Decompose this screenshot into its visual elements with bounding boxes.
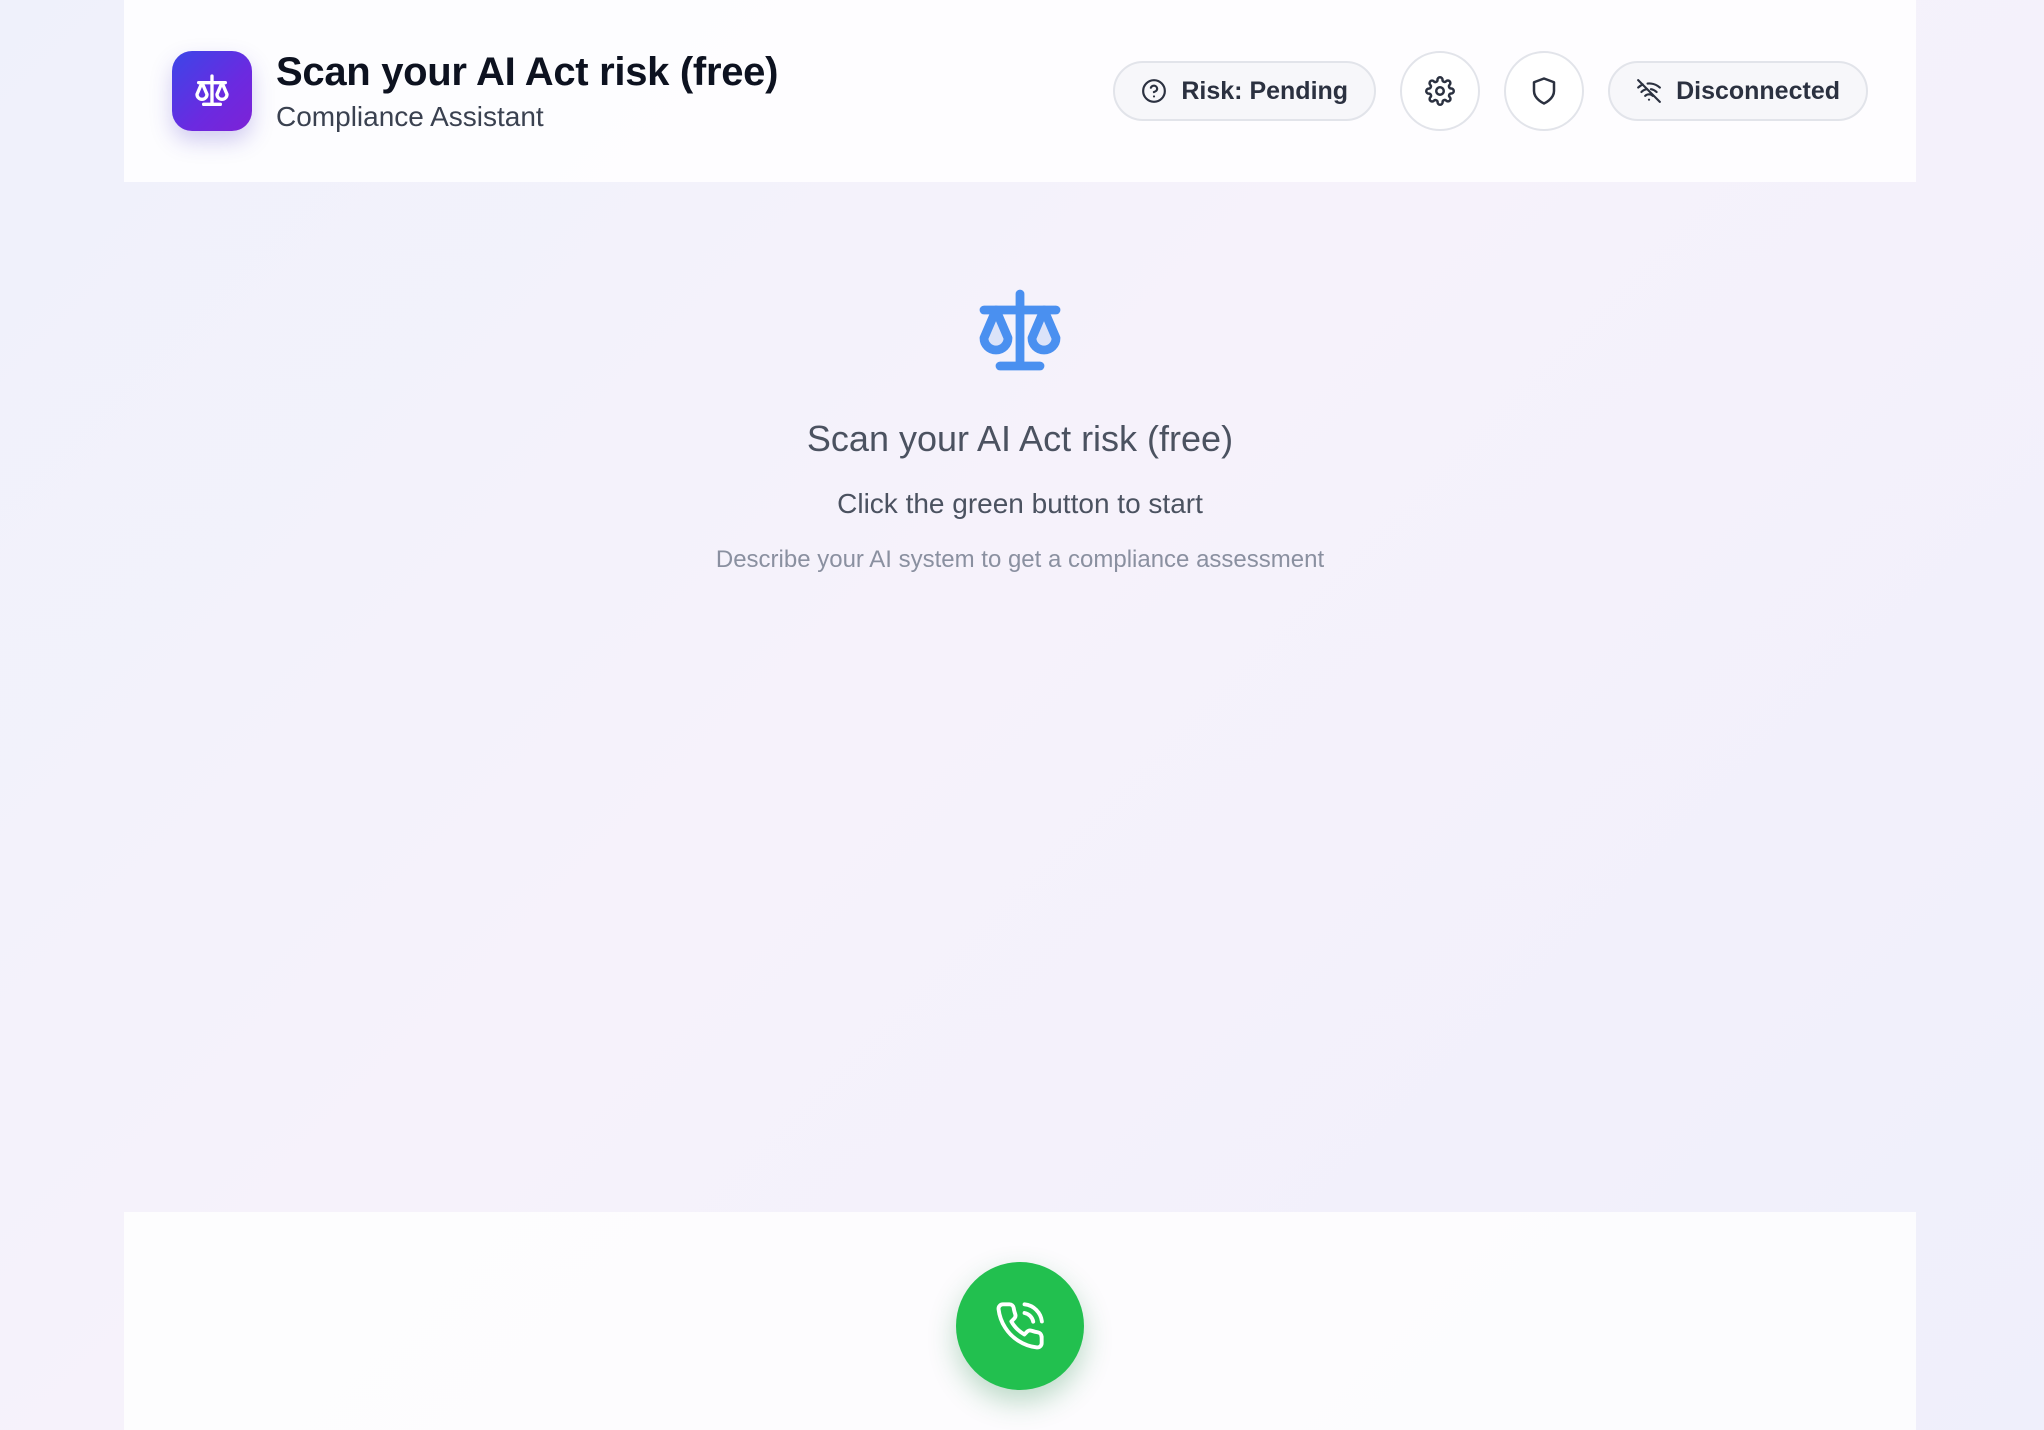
empty-state-subtitle: Click the green button to start	[837, 488, 1203, 519]
question-circle-icon	[1141, 78, 1167, 104]
wifi-off-icon	[1636, 78, 1662, 104]
app-subtitle: Compliance Assistant	[276, 101, 544, 132]
risk-status-pill[interactable]: Risk: Pending	[1113, 61, 1377, 121]
app-title: Scan your AI Act risk (free)	[276, 50, 779, 94]
start-call-button[interactable]	[956, 1262, 1084, 1390]
empty-state-title: Scan your AI Act risk (free)	[806, 418, 1234, 459]
header-controls: Risk: Pending Disconnected	[1113, 51, 1868, 131]
risk-status-label: Risk: Pending	[1181, 76, 1349, 105]
app-frame: Scan your AI Act risk (free) Compliance …	[124, 0, 1916, 1430]
empty-state: Scan your AI Act risk (free) Click the g…	[124, 282, 1916, 574]
privacy-button[interactable]	[1504, 51, 1585, 131]
connection-status-pill[interactable]: Disconnected	[1608, 61, 1868, 121]
app-header: Scan your AI Act risk (free) Compliance …	[124, 0, 1916, 182]
scale-icon	[172, 51, 252, 131]
empty-state-hint: Describe your AI system to get a complia…	[715, 546, 1325, 573]
settings-button[interactable]	[1400, 51, 1481, 131]
brand: Scan your AI Act risk (free) Compliance …	[172, 49, 778, 133]
phone-call-icon	[994, 1300, 1046, 1352]
title-group: Scan your AI Act risk (free) Compliance …	[276, 49, 778, 133]
gear-icon	[1425, 76, 1456, 106]
call-footer	[124, 1212, 1916, 1430]
scale-icon	[972, 282, 1068, 378]
shield-icon	[1529, 76, 1559, 106]
connection-status-label: Disconnected	[1676, 76, 1840, 105]
